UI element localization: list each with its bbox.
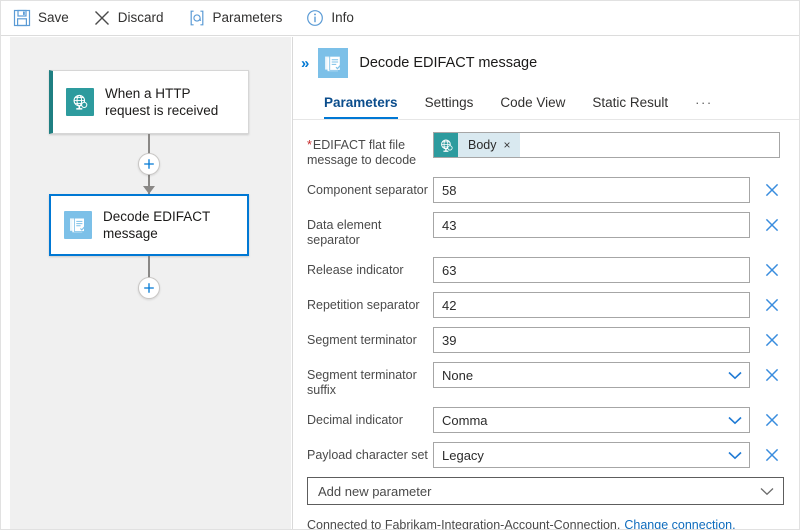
decimal-indicator-value: Comma (442, 412, 488, 428)
chevron-down-icon (728, 451, 742, 459)
add-step-between-button[interactable] (138, 153, 160, 175)
field-row-release-indicator: Release indicator 63 (293, 257, 799, 283)
field-row-data-element-separator: Data element separator 43 (293, 212, 799, 248)
body-token[interactable]: Body × (434, 133, 520, 157)
tab-overflow-button[interactable]: ··· (695, 95, 713, 119)
decimal-indicator-select[interactable]: Comma (433, 407, 750, 433)
http-request-icon (66, 88, 94, 116)
required-indicator: * (307, 138, 312, 152)
clear-repetition-separator-icon[interactable] (765, 298, 779, 312)
discard-button-label: Discard (117, 10, 164, 26)
decode-edifact-icon (318, 48, 349, 78)
field-row-edifact-message: *EDIFACT flat file message to decode Bod… (293, 132, 799, 168)
toolbar: Save Discard Parameters Info (1, 1, 799, 36)
plus-icon (144, 283, 154, 293)
clear-data-element-separator-icon[interactable] (765, 218, 779, 232)
details-panel: » Decode EDIFACT message Parameters Sett… (292, 37, 799, 530)
payload-character-set-select[interactable]: Legacy (433, 442, 750, 468)
info-button-label: Info (331, 10, 354, 26)
add-new-parameter-select[interactable]: Add new parameter (307, 477, 784, 505)
parameters-icon (190, 10, 203, 26)
segment-terminator-suffix-value: None (442, 367, 474, 383)
add-parameter-wrap: Add new parameter (293, 477, 799, 505)
component-separator-input[interactable]: 58 (433, 177, 750, 203)
parameters-button-label: Parameters (212, 10, 283, 26)
field-label-payload-character-set: Payload character set (307, 448, 428, 462)
tab-static-result[interactable]: Static Result (592, 95, 668, 119)
panel-header: » Decode EDIFACT message (293, 37, 799, 78)
field-label-release-indicator: Release indicator (307, 263, 404, 277)
field-row-payload-character-set: Payload character set Legacy (293, 442, 799, 468)
repetition-separator-input[interactable]: 42 (433, 292, 750, 318)
add-new-parameter-label: Add new parameter (318, 483, 432, 499)
data-element-separator-input[interactable]: 43 (433, 212, 750, 238)
add-step-after-button[interactable] (138, 277, 160, 299)
field-row-component-separator: Component separator 58 (293, 177, 799, 203)
info-icon (307, 10, 324, 26)
clear-segment-terminator-suffix-icon[interactable] (765, 368, 779, 382)
field-label-edifact-message: *EDIFACT flat file message to decode (307, 138, 417, 167)
parameters-button[interactable]: Parameters (188, 3, 293, 33)
field-label-decimal-indicator: Decimal indicator (307, 413, 403, 427)
decode-edifact-icon (64, 211, 92, 239)
field-row-decimal-indicator: Decimal indicator Comma (293, 407, 799, 433)
logic-app-designer: Save Discard Parameters Info When a HTTP… (0, 0, 800, 530)
change-connection-link[interactable]: Change connection. (624, 518, 735, 529)
clear-segment-terminator-icon[interactable] (765, 333, 779, 347)
body-token-label: Body (468, 138, 497, 152)
save-icon (13, 9, 31, 27)
release-indicator-input[interactable]: 63 (433, 257, 750, 283)
workflow-canvas[interactable]: When a HTTP request is received Decode E… (10, 37, 291, 529)
tab-settings[interactable]: Settings (425, 95, 474, 119)
discard-icon (94, 11, 109, 25)
clear-payload-character-set-icon[interactable] (765, 448, 779, 462)
trigger-card-http-request[interactable]: When a HTTP request is received (49, 70, 249, 134)
segment-terminator-input[interactable]: 39 (433, 327, 750, 353)
panel-title: Decode EDIFACT message (359, 55, 538, 71)
trigger-card-title: When a HTTP request is received (105, 86, 219, 118)
clear-decimal-indicator-icon[interactable] (765, 413, 779, 427)
connection-status-text: Connected to Fabrikam-Integration-Accoun… (307, 518, 621, 530)
field-label-component-separator: Component separator (307, 183, 428, 197)
payload-character-set-value: Legacy (442, 447, 484, 463)
discard-button[interactable]: Discard (93, 3, 174, 33)
action-card-decode-edifact[interactable]: Decode EDIFACT message (49, 194, 249, 256)
field-label-repetition-separator: Repetition separator (307, 298, 420, 312)
field-row-repetition-separator: Repetition separator 42 (293, 292, 799, 318)
tab-parameters[interactable]: Parameters (324, 95, 398, 119)
action-card-title: Decode EDIFACT message (103, 209, 211, 241)
collapse-panel-icon[interactable]: » (301, 56, 309, 71)
field-row-segment-terminator: Segment terminator 39 (293, 327, 799, 353)
field-label-segment-terminator: Segment terminator (307, 333, 417, 347)
plus-icon (144, 159, 154, 169)
connector-arrow-1 (143, 186, 155, 194)
parameters-form: *EDIFACT flat file message to decode Bod… (293, 120, 799, 530)
field-label-segment-terminator-suffix: Segment terminator suffix (307, 368, 417, 397)
chevron-down-icon (760, 487, 774, 495)
save-button-label: Save (38, 10, 69, 26)
tab-code-view[interactable]: Code View (500, 95, 565, 119)
edifact-message-input[interactable]: Body × (433, 132, 780, 158)
clear-component-separator-icon[interactable] (765, 183, 779, 197)
clear-release-indicator-icon[interactable] (765, 263, 779, 277)
segment-terminator-suffix-select[interactable]: None (433, 362, 750, 388)
panel-tabs: Parameters Settings Code View Static Res… (293, 87, 799, 120)
connection-status: Connected to Fabrikam-Integration-Accoun… (293, 518, 799, 530)
http-request-icon (434, 133, 458, 157)
chevron-down-icon (728, 416, 742, 424)
field-label-data-element-separator: Data element separator (307, 218, 382, 247)
save-button[interactable]: Save (13, 3, 79, 33)
info-button[interactable]: Info (306, 3, 364, 33)
chevron-down-icon (728, 371, 742, 379)
field-row-segment-terminator-suffix: Segment terminator suffix None (293, 362, 799, 398)
remove-token-icon[interactable]: × (504, 139, 520, 151)
